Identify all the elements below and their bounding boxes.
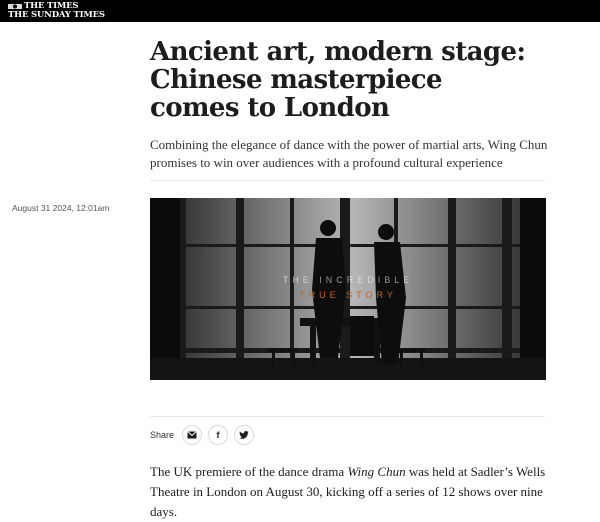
envelope-icon bbox=[187, 431, 197, 439]
headline-line-1: Ancient art, modern stage: bbox=[150, 37, 526, 67]
article-dateline: August 31 2024, 12:01am bbox=[12, 203, 110, 213]
article-headline: Ancient art, modern stage: Chinese maste… bbox=[150, 38, 550, 122]
share-bar: Share f bbox=[150, 425, 255, 445]
divider bbox=[150, 180, 545, 181]
masthead: THE TIMES THE SUNDAY TIMES bbox=[0, 0, 600, 22]
logo-text-sunday-times: THE SUNDAY TIMES bbox=[8, 10, 105, 20]
share-facebook-button[interactable]: f bbox=[208, 425, 229, 445]
headline-line-3: comes to London bbox=[150, 93, 390, 123]
body-text-part-1: The UK premiere of the dance drama bbox=[150, 464, 348, 479]
share-twitter-button[interactable] bbox=[234, 425, 255, 445]
article-body-paragraph: The UK premiere of the dance drama Wing … bbox=[150, 462, 548, 522]
share-email-button[interactable] bbox=[182, 425, 203, 445]
share-label: Share bbox=[150, 430, 175, 440]
hero-image: THE INCREDIBLE TRUE STORY bbox=[150, 198, 546, 380]
hero-photo-illustration bbox=[150, 198, 546, 380]
twitter-icon bbox=[239, 431, 249, 439]
facebook-icon: f bbox=[216, 430, 220, 440]
crest-icon bbox=[8, 4, 22, 9]
hero-overlay-subtitle: TRUE STORY bbox=[299, 290, 397, 300]
article-standfirst: Combining the elegance of dance with the… bbox=[150, 137, 548, 170]
hero-overlay-title: THE INCREDIBLE bbox=[282, 275, 414, 285]
site-logo[interactable]: THE TIMES THE SUNDAY TIMES bbox=[8, 2, 105, 20]
body-text-emphasis: Wing Chun bbox=[347, 464, 406, 479]
headline-line-2: Chinese masterpiece bbox=[150, 65, 443, 95]
divider bbox=[150, 416, 545, 417]
